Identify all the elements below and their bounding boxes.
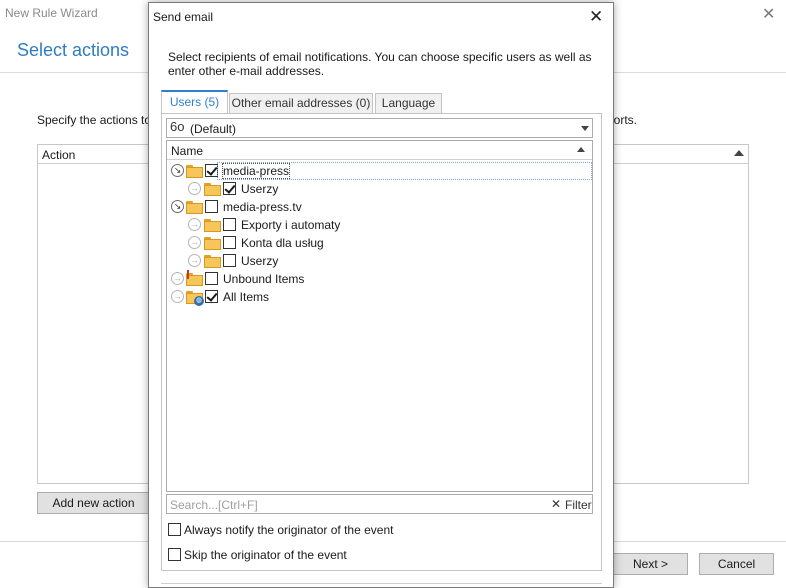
tree-row-userzy-2[interactable]: → Userzy — [167, 252, 592, 270]
folder-icon — [204, 237, 221, 250]
tree-checkbox[interactable] — [205, 164, 218, 177]
tree-item-label: All Items — [223, 290, 270, 304]
recipient-tree[interactable]: Name ↘ media-press → Userzy ↘ media-pres… — [166, 140, 593, 492]
folder-icon — [204, 255, 221, 268]
add-new-action-button[interactable]: Add new action — [37, 492, 150, 514]
cancel-button[interactable]: Cancel — [699, 553, 774, 575]
expand-icon[interactable]: → — [171, 290, 184, 303]
dialog-title: Send email — [153, 10, 214, 24]
tree-item-label: media-press.tv — [223, 200, 302, 214]
tree-checkbox[interactable] — [223, 182, 236, 195]
tree-row-all-items[interactable]: → ◍ All Items — [167, 288, 592, 306]
tree-header[interactable]: Name — [167, 141, 592, 160]
expand-icon[interactable]: → — [171, 272, 184, 285]
skip-originator-label: Skip the originator of the event — [184, 548, 347, 562]
tree-row-media-press-tv[interactable]: ↘ media-press.tv — [167, 198, 592, 216]
tree-checkbox[interactable] — [205, 200, 218, 213]
folder-icon — [204, 219, 221, 232]
folder-icon — [186, 201, 203, 214]
tree-checkbox[interactable] — [223, 236, 236, 249]
glasses-icon: 6o — [170, 119, 185, 134]
next-button[interactable]: Next > — [613, 553, 688, 575]
expand-icon[interactable]: → — [188, 182, 201, 195]
tree-row-media-press[interactable]: ↘ media-press — [167, 162, 592, 180]
filter-button[interactable]: Filter — [565, 498, 592, 512]
expand-icon[interactable]: → — [188, 236, 201, 249]
collapse-icon[interactable]: ↘ — [171, 200, 184, 213]
folder-icon — [186, 165, 203, 178]
clear-filter-icon[interactable]: ✕ — [551, 497, 561, 511]
tree-row-konta-dla-uslug[interactable]: → Konta dla usług — [167, 234, 592, 252]
tree-row-unbound-items[interactable]: → Unbound Items — [167, 270, 592, 288]
skip-originator-checkbox[interactable] — [168, 548, 181, 561]
action-column-header: Action — [42, 148, 76, 162]
tree-item-label: media-press — [221, 163, 291, 179]
wizard-heading: Select actions — [17, 40, 130, 60]
expand-icon[interactable]: → — [188, 218, 201, 231]
folder-icon — [204, 183, 221, 196]
wizard-description: Specify the actions to c — [37, 113, 161, 127]
tree-row-exporty-i-automaty[interactable]: → Exporty i automaty — [167, 216, 592, 234]
tab-language[interactable]: Language — [375, 93, 442, 114]
send-email-dialog: Send email ✕ Select recipients of email … — [148, 2, 614, 588]
tree-item-label: Exporty i automaty — [241, 218, 341, 232]
profile-dropdown-value: (Default) — [190, 122, 237, 136]
tab-users[interactable]: Users (5) — [161, 90, 228, 114]
tree-checkbox[interactable] — [205, 290, 218, 303]
always-notify-originator-label: Always notify the originator of the even… — [184, 523, 394, 537]
tree-checkbox[interactable] — [223, 254, 236, 267]
tree-item-label: Konta dla usług — [241, 236, 324, 250]
expand-icon[interactable]: → — [188, 254, 201, 267]
tree-item-label: Userzy — [241, 182, 279, 196]
collapse-icon[interactable]: ↘ — [171, 164, 184, 177]
users-tab-panel: 6o (Default) Name ↘ media-press → Userzy — [161, 113, 602, 571]
tree-row-userzy[interactable]: → Userzy — [167, 180, 592, 198]
sort-arrow-icon — [734, 150, 744, 156]
search-input[interactable]: Search...[Ctrl+F] ✕ Filter — [166, 494, 593, 514]
name-column-header: Name — [171, 144, 204, 158]
dialog-footer-divider — [161, 583, 602, 584]
search-placeholder: Search...[Ctrl+F] — [170, 498, 258, 512]
tab-other-email-addresses[interactable]: Other email addresses (0) — [229, 93, 373, 114]
chevron-down-icon[interactable] — [581, 126, 589, 131]
dialog-close-icon[interactable]: ✕ — [589, 7, 603, 27]
dialog-description: Select recipients of email notifications… — [168, 50, 592, 78]
globe-folder-icon: ◍ — [186, 291, 204, 306]
always-notify-originator-checkbox[interactable] — [168, 523, 181, 536]
profile-dropdown[interactable]: 6o (Default) — [166, 118, 593, 138]
tree-checkbox[interactable] — [223, 218, 236, 231]
tree-checkbox[interactable] — [205, 272, 218, 285]
wizard-close-icon[interactable]: ✕ — [762, 4, 775, 24]
unbound-folder-icon — [186, 270, 203, 286]
sort-arrow-icon — [577, 147, 585, 152]
tree-item-label: Unbound Items — [223, 272, 305, 286]
wizard-title: New Rule Wizard — [5, 6, 98, 20]
tree-item-label: Userzy — [241, 254, 279, 268]
